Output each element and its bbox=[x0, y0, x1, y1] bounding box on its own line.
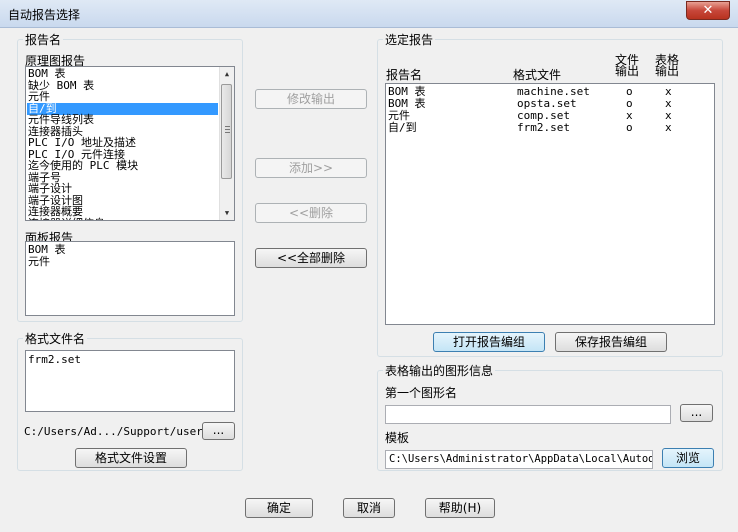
list-item[interactable]: 缺少 BOM 表 bbox=[28, 79, 218, 92]
template-label: 模板 bbox=[385, 431, 410, 445]
delete-all-button[interactable]: <<全部删除 bbox=[255, 248, 367, 268]
save-report-group-button[interactable]: 保存报告编组 bbox=[555, 332, 667, 352]
table-cell-table-output[interactable]: x bbox=[665, 122, 672, 134]
col-header-table-output: 表格 输出 bbox=[654, 53, 679, 78]
selected-reports-group-label: 选定报告 bbox=[383, 31, 436, 48]
scroll-thumb[interactable] bbox=[221, 84, 232, 179]
list-item[interactable]: 连接器详细信息 bbox=[28, 217, 218, 220]
panel-report-list[interactable]: BOM 表元件 bbox=[25, 241, 235, 316]
report-name-group-label: 报告名 bbox=[23, 31, 64, 48]
title-bar: 自动报告选择 ✕ bbox=[0, 0, 738, 28]
template-path-input[interactable]: C:\Users\Administrator\AppData\Local\Aut… bbox=[385, 450, 653, 469]
help-button[interactable]: 帮助(H) bbox=[425, 498, 495, 518]
add-button[interactable]: 添加>> bbox=[255, 158, 367, 178]
list-item[interactable]: 元件 bbox=[28, 256, 50, 268]
list-item[interactable]: frm2.set bbox=[28, 354, 81, 366]
scroll-up-icon[interactable]: ▲ bbox=[220, 67, 234, 81]
schematic-report-list[interactable]: BOM 表缺少 BOM 表元件 自/到 元件导线列表 连接器插头 PLC I/O 地址及… bbox=[25, 66, 235, 221]
first-graphic-name-input[interactable] bbox=[385, 405, 671, 424]
modify-output-button[interactable]: 修改输出 bbox=[255, 89, 367, 109]
format-path-browse-button[interactable]: ... bbox=[202, 422, 235, 440]
table-cell-file-output[interactable]: o bbox=[626, 122, 633, 134]
table-graphics-group-label: 表格输出的图形信息 bbox=[383, 362, 496, 379]
template-browse-button[interactable]: 浏览 bbox=[662, 448, 714, 468]
format-file-settings-button[interactable]: 格式文件设置 bbox=[75, 448, 187, 468]
selected-reports-list[interactable]: BOM 表 machine.set o x BOM 表 opsta.set o x 元件 comp… bbox=[385, 83, 715, 325]
col-header-format-file: 格式文件 bbox=[513, 68, 562, 82]
format-file-list[interactable]: frm2.set bbox=[25, 350, 235, 412]
cancel-button[interactable]: 取消 bbox=[343, 498, 395, 518]
table-cell-format[interactable]: frm2.set bbox=[517, 122, 570, 134]
format-file-group-label: 格式文件名 bbox=[23, 330, 88, 347]
format-file-path: C:/Users/Ad.../Support/user/ bbox=[24, 425, 210, 438]
ok-button[interactable]: 确定 bbox=[245, 498, 313, 518]
table-cell-name[interactable]: 自/到 bbox=[388, 122, 417, 134]
window-title: 自动报告选择 bbox=[8, 8, 81, 22]
col-header-report-name: 报告名 bbox=[386, 68, 423, 82]
first-graphic-browse-button[interactable]: ... bbox=[680, 404, 713, 422]
close-icon[interactable]: ✕ bbox=[686, 1, 730, 20]
schematic-list-scrollbar[interactable]: ▲ ▼ bbox=[219, 67, 234, 220]
open-report-group-button[interactable]: 打开报告编组 bbox=[433, 332, 545, 352]
delete-button[interactable]: <<删除 bbox=[255, 203, 367, 223]
col-header-file-output: 文件 输出 bbox=[614, 53, 639, 78]
scroll-down-icon[interactable]: ▼ bbox=[220, 206, 234, 220]
first-graphic-name-label: 第一个图形名 bbox=[385, 386, 458, 400]
